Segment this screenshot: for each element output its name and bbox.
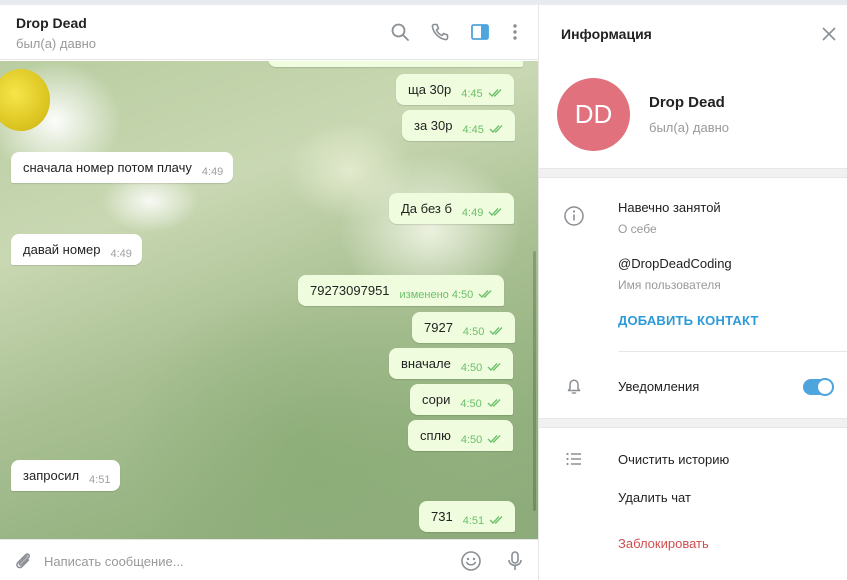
block-user-button[interactable]: Заблокировать [618, 536, 709, 551]
message-time: 4:50 [461, 362, 503, 374]
message-bubble[interactable]: сори 4:50 [410, 384, 513, 415]
double-check-icon [487, 363, 501, 371]
bell-icon [563, 375, 585, 397]
info-panel: Информация DD Drop Dead был(а) давно Нав… [539, 5, 847, 580]
message-text: сначала номер потом плачу [23, 160, 192, 175]
message-text: ща 30р [408, 82, 452, 97]
username-label: Имя пользователя [618, 278, 721, 292]
message-time: 4:50 [461, 434, 503, 446]
double-check-icon [487, 399, 501, 407]
add-contact-button[interactable]: ДОБАВИТЬ КОНТАКТ [618, 313, 759, 328]
message-scrollbar[interactable] [533, 251, 536, 511]
message-text: вначале [401, 356, 451, 371]
message-text: сплю [420, 428, 451, 443]
message-bubble[interactable]: вначале 4:50 [389, 348, 514, 379]
message-text: 731 [431, 509, 453, 524]
username-text[interactable]: @DropDeadCoding [618, 256, 732, 271]
toggle-info-panel-button[interactable] [468, 20, 492, 44]
attach-button[interactable] [10, 548, 36, 574]
message-time: 4:50 [460, 398, 502, 410]
message-text: 7927 [424, 320, 453, 335]
message-bubble[interactable]: запросил 4:51 [11, 460, 121, 491]
message-text: за 30р [414, 118, 453, 133]
chat-pane: Drop Dead был(а) давно ща 30р 4:45 за 30… [0, 5, 538, 580]
paperclip-icon [16, 553, 30, 569]
message-text: Да без б [401, 201, 452, 216]
message-bubble[interactable]: давай номер 4:49 [11, 234, 142, 265]
message-text: сори [422, 392, 451, 407]
delete-chat-button[interactable]: Удалить чат [618, 490, 691, 505]
section-separator [539, 168, 847, 178]
message-bubble[interactable]: сначала номер потом плачу 4:49 [11, 152, 234, 183]
message-time: 4:49 [201, 166, 224, 178]
double-check-icon [489, 327, 503, 335]
message-bubble[interactable]: за 30р 4:45 [402, 110, 515, 141]
message-text: 79273097951 [310, 283, 390, 298]
message-list[interactable]: ща 30р 4:45 за 30р 4:45 сначала номер пото… [0, 61, 538, 539]
microphone-icon [508, 551, 522, 570]
profile-status: был(а) давно [649, 120, 730, 135]
message-time: 4:51 [89, 474, 111, 486]
chat-title[interactable]: Drop Dead [16, 15, 87, 31]
message-time: 4:49 [462, 207, 504, 219]
notifications-label: Уведомления [618, 379, 700, 394]
double-check-icon [488, 208, 502, 216]
section-separator [539, 418, 847, 428]
message-composer [0, 539, 538, 580]
message-text: давай номер [23, 242, 101, 257]
emoji-icon [461, 551, 481, 571]
double-check-icon [489, 125, 503, 133]
row-divider [618, 351, 847, 352]
message-time: изменено 4:50 [400, 289, 495, 301]
message-bubble[interactable]: 79273097951 изменено 4:50 [298, 275, 505, 306]
message-text: запросил [23, 468, 80, 483]
phone-icon [431, 23, 449, 41]
chat-header: Drop Dead был(а) давно [0, 5, 538, 60]
bio-label: О себе [618, 222, 657, 236]
sidebar-panel-icon [471, 24, 489, 40]
call-button[interactable] [428, 20, 452, 44]
double-check-icon [478, 290, 492, 298]
more-menu-button[interactable] [503, 20, 527, 44]
search-button[interactable] [388, 20, 412, 44]
message-partial [268, 61, 523, 67]
message-time: 4:50 [463, 326, 505, 338]
close-icon [822, 27, 836, 41]
message-bubble[interactable]: 731 4:51 [419, 501, 516, 532]
message-bubble[interactable]: Да без б 4:49 [389, 193, 515, 224]
emoji-button[interactable] [458, 548, 484, 574]
message-time: 4:45 [463, 124, 505, 136]
avatar[interactable]: DD [557, 78, 630, 151]
profile-name: Drop Dead [649, 94, 725, 111]
message-time: 4:45 [461, 88, 503, 100]
info-icon [563, 205, 585, 227]
more-vertical-icon [513, 24, 517, 40]
message-input[interactable] [44, 549, 424, 573]
info-panel-title: Информация [561, 26, 652, 42]
search-icon [391, 23, 409, 41]
notifications-toggle[interactable] [803, 378, 834, 396]
chat-status: был(а) давно [16, 36, 97, 51]
bio-text: Навечно занятой [618, 200, 721, 215]
voice-record-button[interactable] [502, 548, 528, 574]
message-bubble[interactable]: 7927 4:50 [412, 312, 516, 343]
double-check-icon [489, 516, 503, 524]
double-check-icon [487, 435, 501, 443]
wallpaper-flower [0, 69, 50, 131]
clear-history-button[interactable]: Очистить историю [618, 452, 729, 467]
message-time: 4:51 [463, 515, 505, 527]
message-bubble[interactable]: сплю 4:50 [408, 420, 514, 451]
close-info-button[interactable] [819, 24, 839, 44]
toggle-knob [816, 378, 834, 396]
message-bubble[interactable]: ща 30р 4:45 [396, 74, 514, 105]
double-check-icon [488, 89, 502, 97]
list-icon [563, 448, 585, 470]
message-time: 4:49 [110, 248, 132, 260]
